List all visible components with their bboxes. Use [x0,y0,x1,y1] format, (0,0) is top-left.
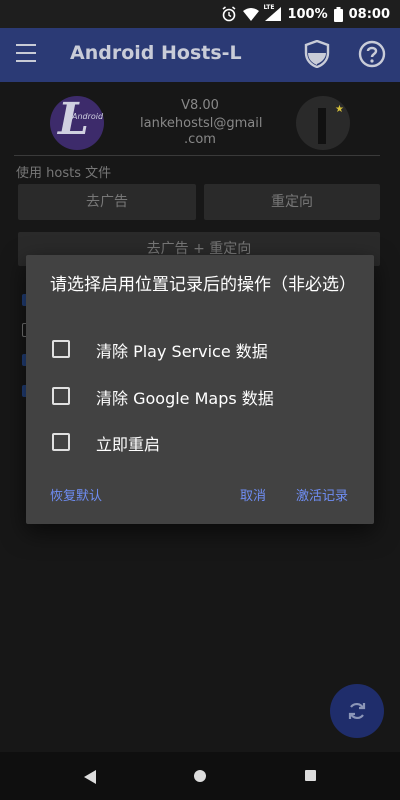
checkbox[interactable] [52,387,70,405]
cancel-button[interactable]: 取消 [240,485,266,504]
app-bar: Android Hosts-L [0,28,400,82]
option-label: 立即重启 [96,435,161,454]
section-label: 使用 hosts 文件 [16,166,112,181]
adblock-button[interactable]: 去广告 [18,184,196,220]
alarm-icon [221,6,237,22]
battery-icon [333,6,343,22]
menu-icon[interactable] [16,44,38,64]
dialog-title: 请选择启用位置记录后的操作（非必选） [50,275,356,295]
checkbox[interactable] [52,433,70,451]
recent-apps-icon[interactable] [305,770,316,781]
status-bar: LTE 100% 08:00 [0,0,400,28]
redirect-button[interactable]: 重定向 [204,184,380,220]
activate-record-button[interactable]: 激活记录 [296,485,348,504]
email-line-1: lankehostsl@gmail [140,116,263,131]
navigation-bar [0,752,400,800]
option-reboot-now[interactable]: 立即重启 [48,421,358,461]
clock: 08:00 [348,6,390,22]
back-icon[interactable] [84,769,96,788]
home-icon[interactable] [194,770,206,782]
restore-default-button[interactable]: 恢复默认 [50,485,102,504]
logo-label: Android [72,112,104,121]
battery-percent: 100% [287,6,328,22]
option-label: 清除 Play Service 数据 [96,342,268,361]
option-label: 清除 Google Maps 数据 [96,389,274,408]
option-clear-google-maps[interactable]: 清除 Google Maps 数据 [48,375,358,415]
refresh-icon [348,702,366,720]
divider [14,155,380,156]
app-title: Android Hosts-L [70,42,242,64]
refresh-fab[interactable] [330,684,384,738]
lte-label: LTE [263,4,275,11]
email-line-2: .com [184,132,216,147]
shield-icon[interactable] [304,39,330,72]
signal-lte-icon: LTE [263,4,282,21]
app-logo: L Android [50,94,104,150]
profile-photo[interactable]: ★ [296,96,350,150]
status-icons: LTE 100% 08:00 [221,0,390,28]
version-label: V8.00 [181,98,219,113]
email-label: lankehostsl@gmail .com [140,116,263,148]
checkbox[interactable] [52,340,70,358]
location-record-dialog: 请选择启用位置记录后的操作（非必选） 清除 Play Service 数据 清除… [26,255,374,524]
help-icon[interactable] [358,40,386,72]
wifi-icon [243,7,260,21]
option-clear-play-service[interactable]: 清除 Play Service 数据 [48,328,358,368]
